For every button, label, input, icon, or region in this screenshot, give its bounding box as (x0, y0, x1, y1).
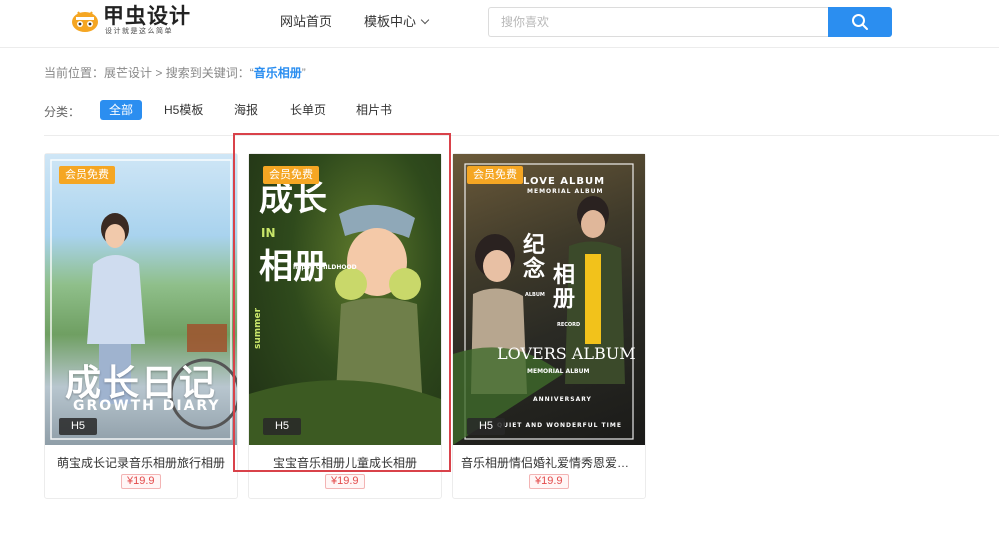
breadcrumb: 当前位置：展芒设计 > 搜索到关键词：“音乐相册” (44, 66, 306, 80)
template-card[interactable]: 成长日记 GROWTH DIARY 会员免费 H5 萌宝成长记录音乐相册旅行相册… (44, 153, 238, 499)
top-header: 甲虫设计 设计就是这么简单 网站首页 模板中心 (0, 0, 999, 48)
filter-all[interactable]: 全部 (100, 100, 143, 120)
h5-type-badge: H5 (467, 418, 505, 435)
poster-memorial: MEMORIAL ALBUM (527, 188, 604, 195)
vip-free-badge: 会员免费 (59, 166, 115, 184)
quote-close: ” (301, 66, 306, 80)
logo-slogan: 设计就是这么简单 (105, 28, 173, 35)
price-tag: ¥19.9 (325, 474, 365, 489)
poster-lovers: LOVERS ALBUM (497, 344, 636, 363)
poster-record: RECORD (557, 322, 581, 328)
divider (44, 135, 999, 136)
search-bar (488, 7, 892, 37)
breadcrumb-separator: > (152, 66, 166, 80)
search-input[interactable] (488, 7, 829, 37)
nav-templates-label: 模板中心 (364, 14, 417, 29)
price-tag: ¥19.9 (529, 474, 569, 489)
filter-photo-book[interactable]: 相片书 (356, 100, 392, 120)
search-button[interactable] (828, 7, 892, 37)
poster-anniversary: ANNIVERSARY (533, 396, 592, 403)
poster-subtitle: GROWTH DIARY (73, 398, 221, 414)
filter-poster[interactable]: 海报 (234, 100, 258, 120)
filter-label: 分类： (44, 105, 81, 119)
h5-type-badge: H5 (59, 418, 97, 435)
poster-album: ALBUM (525, 292, 545, 298)
template-title[interactable]: 音乐相册情侣婚礼爱情秀恩爱表... (453, 454, 645, 471)
logo-title: 甲虫设计 (103, 5, 191, 28)
vip-free-badge: 会员免费 (467, 166, 523, 184)
nav-templates-menu[interactable]: 模板中心 (364, 14, 430, 30)
poster-title-b: 相册 (553, 263, 576, 312)
chevron-down-icon (420, 15, 430, 25)
breadcrumb-keyword: 音乐相册 (253, 66, 302, 80)
search-icon (852, 14, 868, 30)
selection-highlight (233, 133, 451, 472)
breadcrumb-prefix: 当前位置： (44, 66, 105, 80)
filter-h5[interactable]: H5模板 (164, 100, 203, 120)
poster-memorial-2: MEMORIAL ALBUM (527, 368, 590, 375)
poster-title-a: 纪念 (523, 233, 546, 282)
template-thumbnail[interactable]: 成长日记 GROWTH DIARY 会员免费 H5 (45, 154, 237, 445)
beetle-logo-icon (72, 11, 98, 32)
poster-top: LOVE ALBUM (523, 176, 606, 187)
breadcrumb-search-text: 搜索到关键词： (165, 66, 250, 80)
nav-home-link[interactable]: 网站首页 (280, 14, 332, 30)
site-logo[interactable]: 甲虫设计 设计就是这么简单 (70, 6, 200, 36)
template-title[interactable]: 萌宝成长记录音乐相册旅行相册 (45, 454, 237, 471)
template-thumbnail[interactable]: LOVE ALBUM MEMORIAL ALBUM 纪念 相册 ALBUM RE… (453, 154, 645, 445)
template-card[interactable]: LOVE ALBUM MEMORIAL ALBUM 纪念 相册 ALBUM RE… (452, 153, 646, 499)
poster-bottom: QUIET AND WONDERFUL TIME (497, 422, 622, 429)
filter-long-page[interactable]: 长单页 (290, 100, 326, 120)
price-tag: ¥19.9 (121, 474, 161, 489)
breadcrumb-home-link[interactable]: 展芒设计 (104, 66, 152, 80)
